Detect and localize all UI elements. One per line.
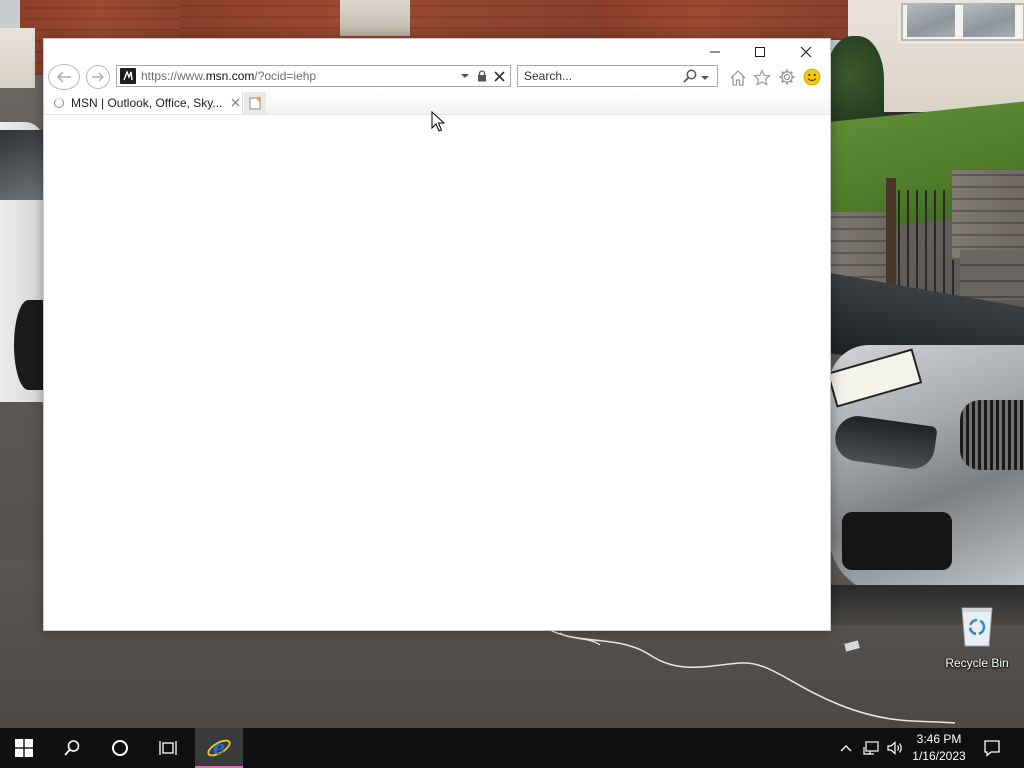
internet-explorer-icon: e — [207, 735, 231, 759]
favorites-button[interactable] — [752, 67, 772, 87]
tab-close-button[interactable] — [229, 96, 241, 108]
clock-time: 3:46 PM — [916, 732, 962, 746]
address-bar[interactable]: https://www.msn.com/?ocid=iehp — [116, 65, 511, 87]
back-button[interactable] — [48, 64, 80, 90]
minimize-icon — [710, 51, 720, 53]
tab-label: MSN | Outlook, Office, Sky... — [71, 96, 223, 110]
mouse-cursor-icon — [431, 111, 445, 132]
msn-favicon-icon — [120, 68, 136, 84]
tab-msn[interactable]: MSN | Outlook, Office, Sky... — [45, 92, 243, 114]
chevron-down-icon — [701, 76, 709, 80]
forward-arrow-icon — [92, 72, 104, 82]
search-box[interactable] — [517, 65, 718, 87]
action-center-button[interactable] — [978, 728, 1006, 768]
feedback-smiley-icon — [803, 68, 821, 86]
notification-icon — [984, 740, 1000, 757]
show-hidden-icons-button[interactable] — [836, 728, 856, 768]
security-lock-icon[interactable] — [476, 69, 488, 83]
forward-button[interactable] — [86, 65, 110, 89]
clock-date: 1/16/2023 — [912, 749, 966, 763]
start-button[interactable] — [0, 728, 48, 768]
tools-gear-icon — [779, 69, 795, 85]
title-bar[interactable] — [44, 39, 830, 63]
recycle-bin-icon — [958, 604, 996, 648]
page-content-area[interactable] — [44, 115, 830, 630]
search-icon — [64, 740, 80, 756]
new-tab-button[interactable] — [244, 92, 266, 114]
svg-text:e: e — [213, 735, 226, 759]
search-button[interactable] — [682, 68, 698, 84]
taskbar-search-button[interactable] — [48, 728, 96, 768]
cable-decoration — [549, 629, 956, 724]
close-button[interactable] — [783, 39, 829, 65]
task-view-icon — [159, 741, 177, 755]
back-arrow-icon — [56, 71, 71, 83]
windows-logo-icon — [15, 739, 33, 757]
stop-loading-button[interactable] — [492, 69, 506, 83]
minimize-button[interactable] — [692, 39, 738, 65]
volume-icon — [887, 741, 902, 755]
url-path: /?ocid=iehp — [254, 69, 317, 83]
new-tab-icon — [249, 96, 262, 110]
maximize-button[interactable] — [737, 39, 783, 65]
chevron-up-icon — [840, 745, 852, 752]
home-icon — [730, 69, 746, 86]
recycle-bin-shortcut[interactable]: Recycle Bin — [940, 600, 1014, 672]
recycle-bin-label: Recycle Bin — [945, 656, 1009, 670]
network-icon — [863, 741, 879, 755]
feedback-button[interactable] — [802, 67, 822, 87]
tools-button[interactable] — [777, 67, 797, 87]
cortana-circle-icon — [112, 740, 128, 756]
close-x-icon — [493, 70, 505, 82]
navigation-bar: https://www.msn.com/?ocid=iehp — [44, 63, 830, 91]
close-icon — [800, 46, 812, 58]
url-scheme: https://www. — [141, 69, 206, 83]
volume-button[interactable] — [884, 728, 906, 768]
taskbar: e 3:46 PM 1/16/2023 — [0, 728, 1024, 768]
network-button[interactable] — [860, 728, 882, 768]
address-dropdown-button[interactable] — [459, 69, 471, 83]
search-icon — [683, 69, 697, 83]
loading-spinner-icon — [54, 98, 64, 108]
maximize-icon — [755, 47, 765, 57]
close-icon — [231, 98, 239, 106]
search-provider-dropdown[interactable] — [700, 70, 712, 82]
search-input[interactable] — [524, 66, 674, 86]
taskbar-clock[interactable]: 3:46 PM 1/16/2023 — [908, 728, 970, 768]
task-view-button[interactable] — [144, 728, 192, 768]
favorites-star-icon — [753, 68, 771, 86]
home-button[interactable] — [728, 67, 748, 87]
chevron-down-icon — [461, 74, 469, 78]
cortana-button[interactable] — [96, 728, 144, 768]
internet-explorer-taskbar-button[interactable]: e — [195, 728, 243, 768]
url-host: msn.com — [205, 69, 255, 83]
address-input[interactable]: https://www.msn.com/?ocid=iehp — [141, 66, 441, 86]
